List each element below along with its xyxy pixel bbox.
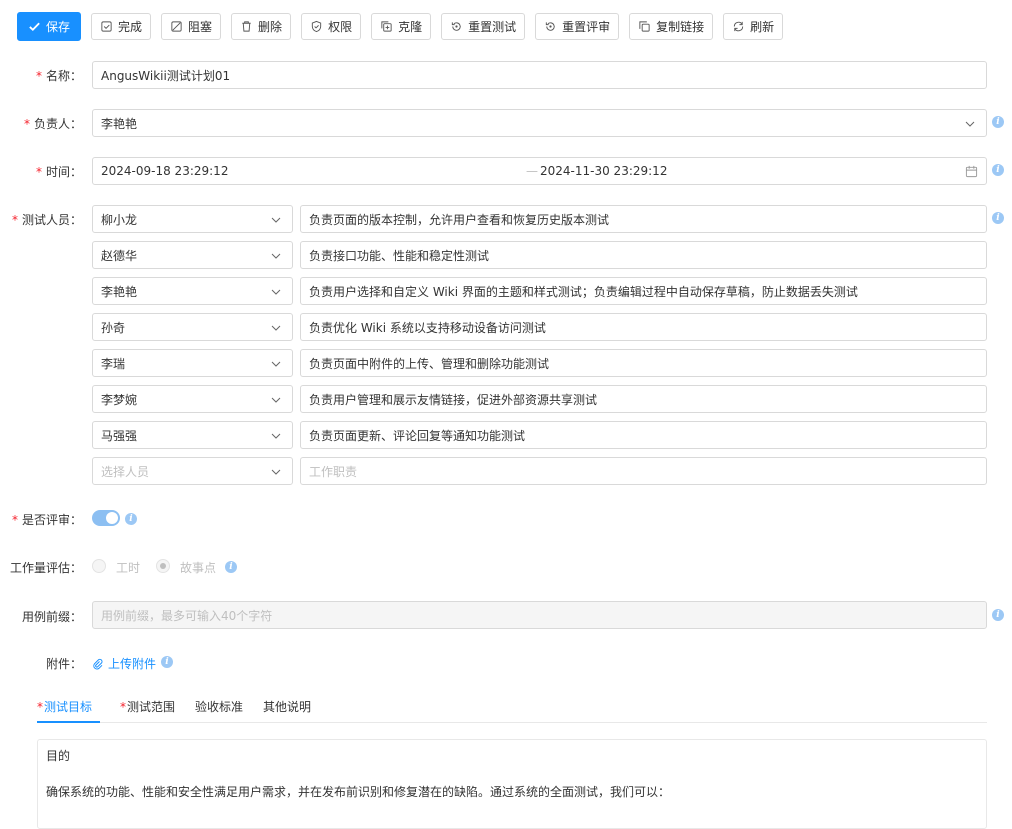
tab-scope[interactable]: *测试范围 [120, 698, 175, 715]
save-label: 保存 [46, 20, 71, 34]
info-icon[interactable]: i [992, 212, 1004, 224]
tester-duty-input[interactable]: 负责用户管理和展示友情链接，促进外部资源共享测试 [300, 385, 987, 413]
time-range-picker[interactable]: 2024-09-18 23:29:12 — 2024-11-30 23:29:1… [92, 157, 987, 185]
delete-label: 删除 [258, 20, 283, 34]
refresh-button[interactable]: 刷新 [723, 13, 784, 40]
complete-icon [100, 20, 113, 33]
reset-test-button[interactable]: 重置测试 [441, 13, 526, 40]
reset-review-label: 重置评审 [562, 20, 611, 34]
toggle-knob [106, 512, 118, 524]
tester-select[interactable]: 孙奇 [92, 313, 293, 341]
tester-duty-input[interactable]: 负责页面更新、评论回复等通知功能测试 [300, 421, 987, 449]
owner-select[interactable]: 李艳艳 [92, 109, 987, 137]
copy-link-button[interactable]: 复制链接 [629, 13, 714, 40]
tester-duty-input[interactable]: 负责用户选择和自定义 Wiki 界面的主题和样式测试；负责编辑过程中自动保存草稿… [300, 277, 987, 305]
copy-link-label: 复制链接 [656, 20, 705, 34]
prefix-label: 用例前缀： [21, 610, 82, 624]
info-icon[interactable]: i [992, 116, 1004, 128]
workload-label: 工作量评估： [9, 561, 82, 575]
time-separator: — [526, 164, 538, 178]
workload-option-story-points: 故事点 [180, 561, 217, 575]
workload-option-hours: 工时 [116, 561, 141, 575]
tester-select[interactable]: 马强强 [92, 421, 293, 449]
tester-select-empty[interactable]: 选择人员 [92, 457, 293, 485]
reset-review-button[interactable]: 重置评审 [535, 13, 620, 40]
chevron-down-icon [271, 253, 281, 259]
owner-value: 李艳艳 [101, 116, 138, 131]
workload-radio-hours[interactable] [92, 559, 106, 573]
toolbar: 保存 完成 阻塞 删除 权限 克隆 重置测试 重置评审 复制链接 刷新 [17, 12, 784, 41]
clone-label: 克隆 [398, 20, 423, 34]
review-label: * 是否评审： [11, 513, 82, 527]
name-value: AngusWikii测试计划01 [101, 68, 231, 83]
block-button[interactable]: 阻塞 [161, 13, 222, 40]
calendar-icon [965, 165, 978, 178]
tester-select[interactable]: 赵德华 [92, 241, 293, 269]
workload-radio-story-points[interactable] [156, 559, 170, 573]
chevron-down-icon [965, 121, 975, 127]
info-icon[interactable]: i [992, 609, 1004, 621]
clone-icon [380, 20, 393, 33]
time-label: * 时间： [35, 165, 82, 179]
tester-duty-input-empty[interactable]: 工作职责 [300, 457, 987, 485]
tester-duty-input[interactable]: 负责页面的版本控制，允许用户查看和恢复历史版本测试 [300, 205, 987, 233]
testers-label: * 测试人员： [11, 213, 82, 227]
complete-label: 完成 [118, 20, 143, 34]
review-toggle[interactable] [92, 510, 120, 526]
chevron-down-icon [271, 433, 281, 439]
description-tabs: *测试目标 *测试范围 验收标准 其他说明 [37, 692, 987, 723]
chevron-down-icon [271, 325, 281, 331]
permission-button[interactable]: 权限 [301, 13, 362, 40]
chevron-down-icon [271, 289, 281, 295]
tester-duty-input[interactable]: 负责页面中附件的上传、管理和删除功能测试 [300, 349, 987, 377]
owner-label: * 负责人： [23, 117, 82, 131]
reset-icon [450, 20, 463, 33]
reset-review-icon [544, 20, 557, 33]
time-start: 2024-09-18 23:29:12 [101, 164, 229, 178]
copy-icon [638, 20, 651, 33]
permission-label: 权限 [328, 20, 353, 34]
prefix-input[interactable]: 用例前缀，最多可输入40个字符 [92, 601, 987, 629]
tester-duty-input[interactable]: 负责优化 Wiki 系统以支持移动设备访问测试 [300, 313, 987, 341]
block-label: 阻塞 [188, 20, 213, 34]
complete-button[interactable]: 完成 [91, 13, 152, 40]
tab-other[interactable]: 其他说明 [263, 698, 311, 715]
info-icon[interactable]: i [992, 164, 1004, 176]
shield-icon [310, 20, 323, 33]
attach-label: 附件： [45, 657, 82, 671]
name-label: * 名称： [35, 69, 82, 83]
upload-attachment-link[interactable]: 上传附件 [92, 655, 156, 672]
delete-button[interactable]: 删除 [231, 13, 292, 40]
refresh-label: 刷新 [750, 20, 775, 34]
goal-editor[interactable]: 目的 确保系统的功能、性能和安全性满足用户需求，并在发布前识别和修复潜在的缺陷。… [37, 739, 987, 829]
trash-icon [240, 20, 253, 33]
editor-heading: 目的 [46, 749, 71, 763]
tab-goal[interactable]: *测试目标 [37, 698, 92, 715]
chevron-down-icon [271, 361, 281, 367]
tester-select[interactable]: 柳小龙 [92, 205, 293, 233]
refresh-icon [732, 20, 745, 33]
info-icon[interactable]: i [161, 656, 173, 668]
time-end: 2024-11-30 23:29:12 [540, 164, 668, 178]
editor-body: 确保系统的功能、性能和安全性满足用户需求，并在发布前识别和修复潜在的缺陷。通过系… [46, 785, 671, 799]
tester-duty-input[interactable]: 负责接口功能、性能和稳定性测试 [300, 241, 987, 269]
block-icon [170, 20, 183, 33]
info-icon[interactable]: i [125, 513, 137, 525]
chevron-down-icon [271, 469, 281, 475]
tab-ink-bar [37, 721, 100, 723]
paperclip-icon [93, 658, 103, 669]
chevron-down-icon [271, 397, 281, 403]
info-icon[interactable]: i [225, 561, 237, 573]
clone-button[interactable]: 克隆 [371, 13, 432, 40]
tester-select[interactable]: 李瑞 [92, 349, 293, 377]
tab-acceptance[interactable]: 验收标准 [195, 698, 243, 715]
tester-select[interactable]: 李艳艳 [92, 277, 293, 305]
save-button[interactable]: 保存 [17, 12, 82, 41]
name-input[interactable]: AngusWikii测试计划01 [92, 61, 987, 89]
check-icon [28, 20, 41, 33]
reset-test-label: 重置测试 [468, 20, 517, 34]
tester-select[interactable]: 李梦婉 [92, 385, 293, 413]
chevron-down-icon [271, 217, 281, 223]
